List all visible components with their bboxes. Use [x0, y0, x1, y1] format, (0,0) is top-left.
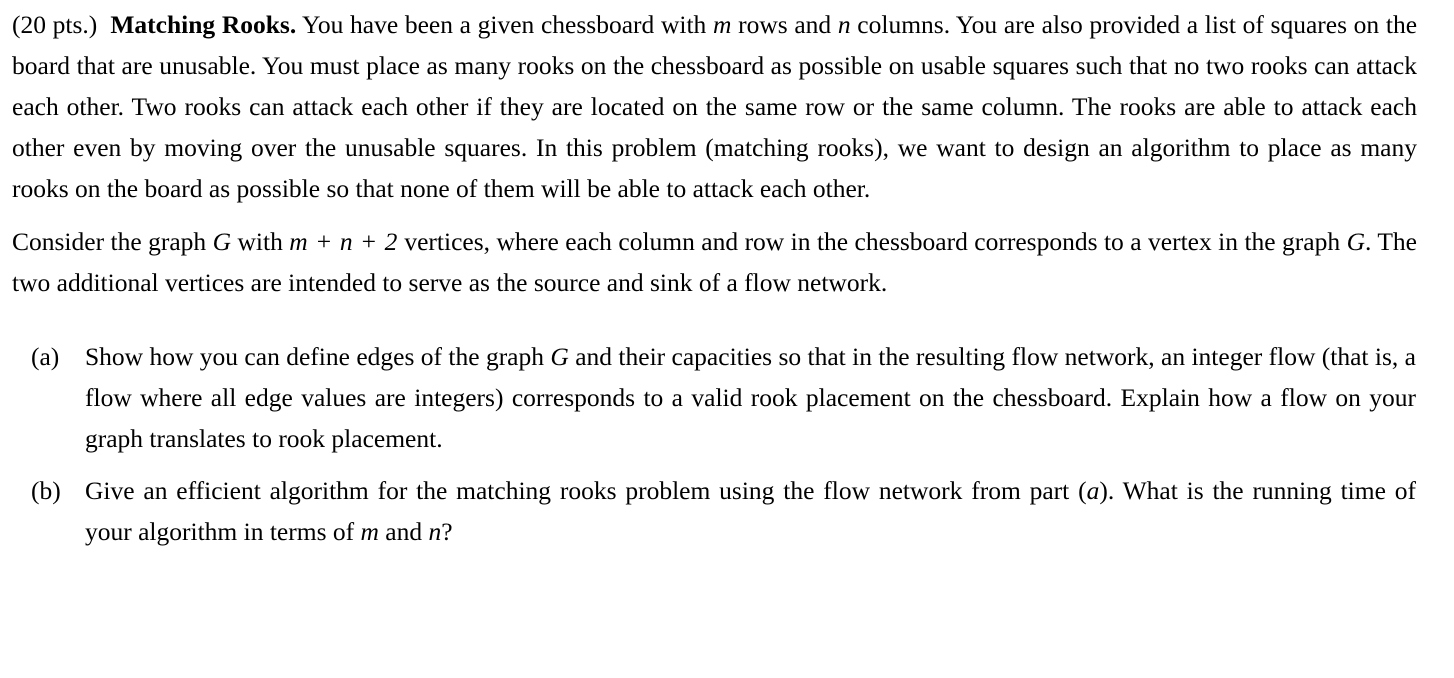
variable-G-second: G — [1346, 227, 1365, 256]
item-b-text-4: ? — [441, 517, 453, 546]
variable-m: m — [712, 10, 732, 39]
intro-paragraph: (20 pts.) Matching Rooks. You have been a… — [12, 4, 1417, 209]
list-item-b-body: Give an efficient algorithm for the matc… — [85, 470, 1417, 552]
item-a-text-1: Show how you can define edges of the gra… — [85, 342, 551, 371]
variable-n: n — [837, 10, 851, 39]
graph-text-2: with — [231, 227, 290, 256]
points-label: (20 pts.) — [12, 10, 98, 39]
variable-n-runtime: n — [428, 517, 442, 546]
variable-a-reference: a — [1086, 476, 1100, 505]
list-item-a-body: Show how you can define edges of the gra… — [85, 336, 1417, 459]
list-item-a-label: (a) — [31, 342, 60, 371]
list-item-b: (b) Give an efficient algorithm for the … — [12, 470, 1417, 552]
item-b-text-3: and — [378, 517, 429, 546]
graph-text-3: vertices, where each column and row in t… — [397, 227, 1347, 256]
math-expression-vertices: m + n + 2 — [289, 227, 398, 256]
variable-G-first: G — [212, 227, 232, 256]
intro-text-2: rows and — [731, 10, 838, 39]
intro-text-1: You have been a given chessboard with — [301, 10, 713, 39]
list-item-a: (a) Show how you can define edges of the… — [12, 336, 1417, 459]
item-b-text-1: Give an efficient algorithm for the matc… — [85, 476, 1087, 505]
graph-text-1: Consider the graph — [12, 227, 213, 256]
list-item-b-label: (b) — [31, 476, 61, 505]
variable-m-runtime: m — [360, 517, 379, 546]
sub-question-list: (a) Show how you can define edges of the… — [12, 336, 1417, 552]
variable-G: G — [550, 342, 569, 371]
graph-paragraph: Consider the graph G with m + n + 2 vert… — [12, 221, 1417, 303]
problem-title: Matching Rooks. — [110, 10, 297, 39]
problem-statement-page: (20 pts.) Matching Rooks. You have been a… — [0, 0, 1454, 678]
